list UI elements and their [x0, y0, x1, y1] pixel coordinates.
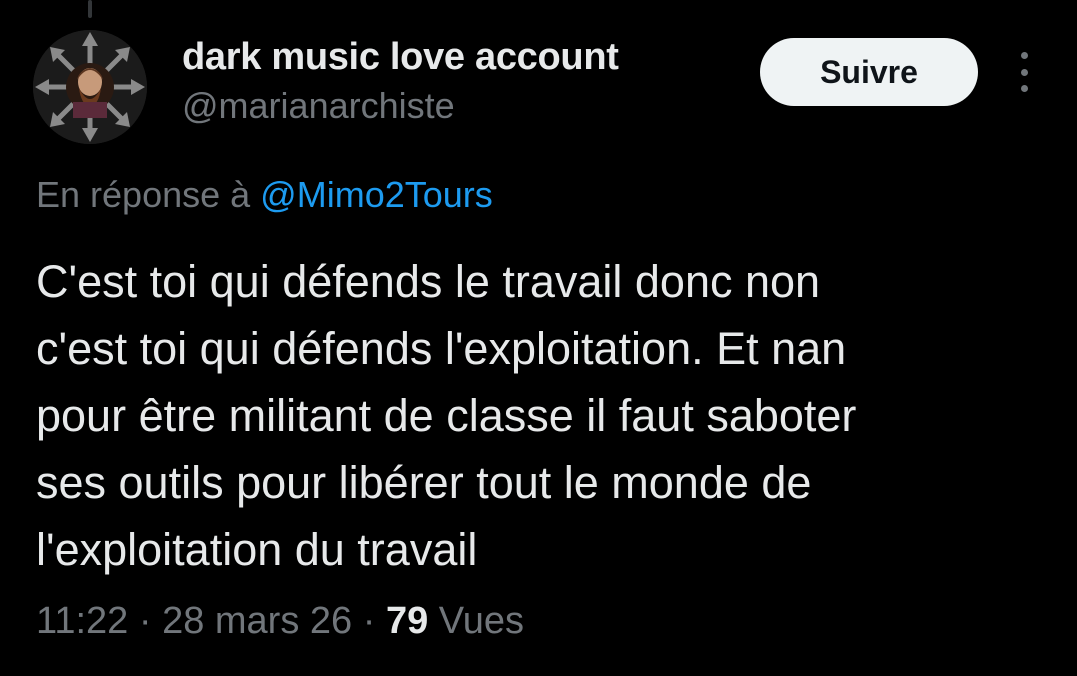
tweet-line: C'est toi qui défends le travail donc no… — [36, 256, 821, 307]
reply-prefix: En réponse à — [36, 174, 251, 215]
tweet-line: ses outils pour libérer tout le monde de — [36, 457, 812, 508]
tweet-time[interactable]: 11:22 — [36, 600, 128, 642]
chaos-star-icon — [33, 30, 147, 144]
follow-button[interactable]: Suivre — [760, 38, 978, 106]
tweet-line: c'est toi qui défends l'exploitation. Et… — [36, 323, 847, 374]
views-label: Vues — [438, 600, 524, 642]
thread-connector-line — [88, 0, 92, 18]
reply-context: En réponse à @Mimo2Tours — [36, 174, 493, 216]
tweet-date[interactable]: 28 mars 26 — [162, 600, 352, 642]
tweet-line: pour être militant de classe il faut sab… — [36, 390, 857, 441]
meta-separator: · — [362, 600, 376, 642]
avatar[interactable] — [33, 30, 147, 144]
meta-separator: · — [138, 600, 152, 642]
display-name[interactable]: dark music love account — [182, 36, 619, 79]
tweet-text: C'est toi qui défends le travail donc no… — [36, 248, 1046, 583]
more-options-icon[interactable] — [1008, 52, 1040, 92]
tweet-metadata: 11:22 · 28 mars 26 · 79 Vues — [36, 600, 524, 643]
more-dot — [1020, 85, 1028, 92]
more-dot — [1020, 68, 1028, 76]
user-handle[interactable]: @marianarchiste — [182, 85, 455, 127]
more-dot — [1020, 52, 1028, 59]
views-count: 79 — [385, 600, 429, 642]
tweet-line: l'exploitation du travail — [36, 524, 478, 575]
reply-mention-link[interactable]: @Mimo2Tours — [260, 174, 493, 215]
